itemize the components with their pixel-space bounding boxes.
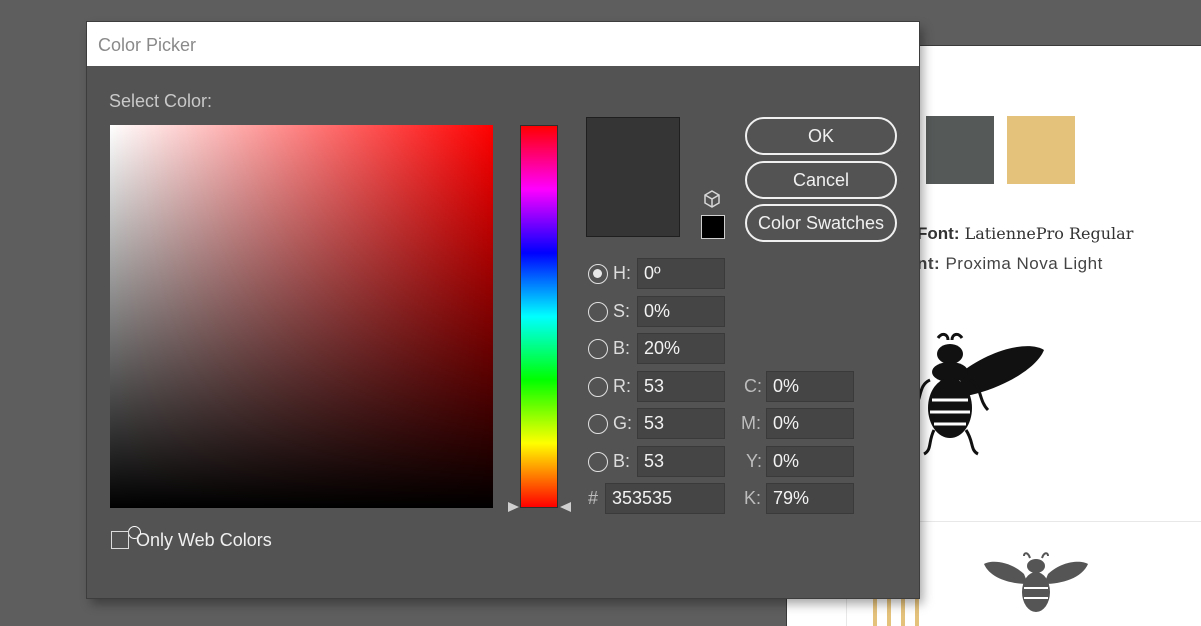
radio-blue[interactable]	[588, 452, 608, 472]
web-safe-cube-icon[interactable]	[702, 189, 722, 209]
magenta-label: M:	[741, 413, 761, 433]
only-web-colors-checkbox[interactable]	[111, 531, 129, 549]
hue-label: H:	[613, 263, 631, 283]
document-gold-bar	[915, 598, 919, 626]
ok-button[interactable]: OK	[745, 117, 897, 155]
radio-red[interactable]	[588, 377, 608, 397]
color-field[interactable]	[110, 125, 493, 539]
brightness-label: B:	[613, 338, 631, 358]
saturation-input[interactable]: 0%	[637, 296, 725, 327]
document-swatch-gold	[1007, 116, 1075, 184]
dialog-titlebar[interactable]: Color Picker	[87, 22, 919, 66]
black-input[interactable]: 79%	[766, 483, 854, 514]
bee-logo-small	[984, 552, 1088, 612]
document-font-line-1: Font: LatiennePro Regular	[917, 224, 1134, 243]
hue-input[interactable]: 0º	[637, 258, 725, 289]
radio-saturation[interactable]	[588, 302, 608, 322]
document-gold-bar	[887, 598, 891, 626]
blue-input[interactable]: 53	[637, 446, 725, 477]
hue-slider[interactable]	[520, 125, 558, 508]
hue-slider-handle-right[interactable]	[560, 502, 571, 512]
only-web-colors-label[interactable]: Only Web Colors	[136, 530, 272, 551]
radio-brightness[interactable]	[588, 339, 608, 359]
workspace-background	[918, 0, 1201, 45]
color-picker-dialog: Color Picker Select Color: OK Cancel Col…	[87, 22, 919, 598]
hex-label: #	[588, 488, 599, 508]
yellow-label: Y:	[746, 451, 763, 471]
hue-slider-handle-left[interactable]	[508, 502, 519, 512]
brightness-input[interactable]: 20%	[637, 333, 725, 364]
red-input[interactable]: 53	[637, 371, 725, 402]
document-swatch-gray	[926, 116, 994, 184]
saturation-label: S:	[613, 301, 631, 321]
cyan-label: C:	[744, 376, 762, 396]
green-label: G:	[613, 413, 633, 433]
radio-green[interactable]	[588, 414, 608, 434]
dialog-title: Color Picker	[98, 35, 197, 55]
web-safe-color-swatch[interactable]	[701, 215, 725, 239]
cyan-input[interactable]: 0%	[766, 371, 854, 402]
select-color-label: Select Color:	[109, 91, 213, 111]
red-label: R:	[613, 376, 631, 396]
document-gold-bar	[873, 598, 877, 626]
yellow-input[interactable]: 0%	[766, 446, 854, 477]
green-input[interactable]: 53	[637, 408, 725, 439]
document-font-line-2: nt: Proxima Nova Light	[917, 254, 1103, 273]
black-label: K:	[744, 488, 762, 508]
hex-input[interactable]: 353535	[605, 483, 725, 514]
bee-logo-large	[918, 332, 1044, 456]
cancel-button[interactable]: Cancel	[745, 161, 897, 199]
current-color-preview	[586, 117, 680, 237]
color-swatches-button[interactable]: Color Swatches	[745, 204, 897, 242]
blue-label: B:	[613, 451, 631, 471]
document-gold-bar	[901, 598, 905, 626]
radio-hue[interactable]	[588, 264, 608, 284]
magenta-input[interactable]: 0%	[766, 408, 854, 439]
